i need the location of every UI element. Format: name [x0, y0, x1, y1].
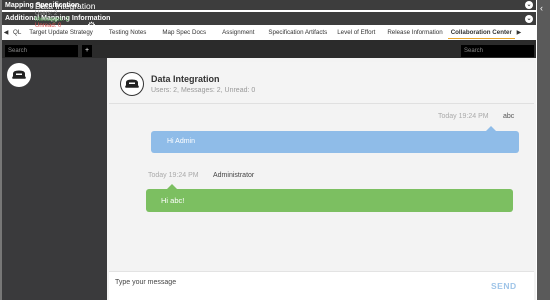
- message-input[interactable]: [112, 275, 472, 289]
- chat-title: Data Integration: [151, 74, 220, 84]
- right-scroll-gutter[interactable]: [537, 0, 550, 300]
- tab-bar: ◀ QL Target Update Strategy Testing Note…: [2, 26, 536, 39]
- tab-map-spec-docs[interactable]: Map Spec Docs: [159, 26, 209, 39]
- chevron-down-icon[interactable]: ⌄: [525, 14, 533, 23]
- tab-testing-notes[interactable]: Testing Notes: [106, 26, 150, 39]
- message-timestamp: Today 19:24 PM: [148, 172, 199, 179]
- message-search-input[interactable]: Search: [461, 45, 534, 57]
- conversation-unread: Unread: 0: [35, 23, 62, 29]
- tab-specification-artifacts[interactable]: Specification Artifacts: [265, 26, 330, 39]
- chevron-left-icon[interactable]: ‹: [540, 4, 543, 13]
- group-chat-icon: [120, 72, 144, 96]
- add-conversation-button[interactable]: +: [82, 45, 92, 57]
- conversation-search-input[interactable]: Search: [5, 45, 78, 57]
- tab-scroll-right-icon[interactable]: ▶: [515, 29, 523, 36]
- additional-mapping-information-panel-header[interactable]: Additional Mapping Information ⌄: [2, 12, 536, 25]
- tab-assignment[interactable]: Assignment: [219, 26, 257, 39]
- tab-ql[interactable]: QL: [10, 26, 24, 39]
- send-button[interactable]: SEND: [491, 281, 517, 291]
- tab-collaboration-center[interactable]: Collaboration Center: [447, 26, 515, 39]
- message-sender: abc: [503, 113, 515, 120]
- message-bubble-incoming: Hi abc!: [146, 189, 513, 212]
- message-sender: Administrator: [213, 172, 255, 179]
- chevron-down-icon[interactable]: ⌄: [525, 1, 533, 9]
- app-root: ‹ Mapping Specification ⌄ Additional Map…: [0, 0, 550, 300]
- conversation-name: Data Integration: [35, 1, 96, 11]
- gear-icon[interactable]: ⚙: [87, 22, 96, 32]
- tab-release-information[interactable]: Release Information: [384, 26, 445, 39]
- chat-subtitle: Users: 2, Messages: 2, Unread: 0: [151, 87, 256, 94]
- conversation-list-item[interactable]: [5, 61, 105, 101]
- tab-scroll-left-icon[interactable]: ◀: [2, 29, 10, 36]
- message-bubble-outgoing: Hi Admin: [151, 131, 519, 153]
- group-chat-icon: [7, 63, 31, 87]
- message-timestamp: Today 19:24 PM: [438, 113, 489, 120]
- tab-level-of-effort[interactable]: Level of Effort: [334, 26, 378, 39]
